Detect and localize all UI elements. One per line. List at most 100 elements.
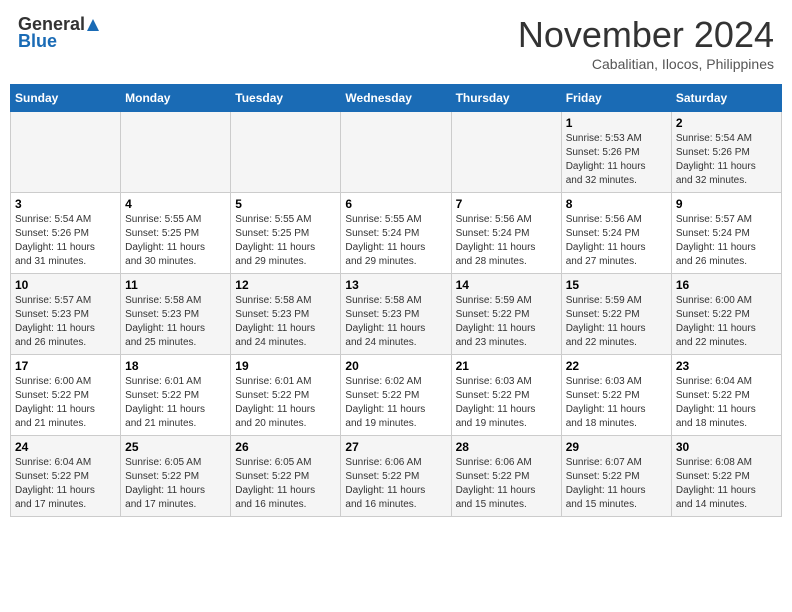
day-number: 21 xyxy=(456,359,557,373)
day-info: Sunrise: 5:59 AM xyxy=(456,294,557,308)
day-info: and 18 minutes. xyxy=(676,417,777,431)
calendar-cell: 6Sunrise: 5:55 AMSunset: 5:24 PMDaylight… xyxy=(341,193,451,274)
day-info: Daylight: 11 hours xyxy=(345,241,446,255)
month-title: November 2024 xyxy=(518,14,774,56)
day-info: and 28 minutes. xyxy=(456,255,557,269)
day-number: 8 xyxy=(566,197,667,211)
day-info: Daylight: 11 hours xyxy=(456,484,557,498)
day-info: Sunset: 5:26 PM xyxy=(15,227,116,241)
day-info: Daylight: 11 hours xyxy=(125,403,226,417)
day-info: Daylight: 11 hours xyxy=(345,484,446,498)
calendar-cell xyxy=(341,112,451,193)
day-info: Sunrise: 5:57 AM xyxy=(15,294,116,308)
day-info: Daylight: 11 hours xyxy=(235,484,336,498)
weekday-header-tuesday: Tuesday xyxy=(231,85,341,112)
day-info: Sunset: 5:22 PM xyxy=(15,389,116,403)
day-number: 4 xyxy=(125,197,226,211)
day-info: Daylight: 11 hours xyxy=(676,241,777,255)
day-info: Sunset: 5:23 PM xyxy=(15,308,116,322)
calendar-cell: 29Sunrise: 6:07 AMSunset: 5:22 PMDayligh… xyxy=(561,436,671,517)
day-info: and 27 minutes. xyxy=(566,255,667,269)
day-number: 6 xyxy=(345,197,446,211)
day-info: Sunset: 5:23 PM xyxy=(125,308,226,322)
day-number: 13 xyxy=(345,278,446,292)
day-info: Daylight: 11 hours xyxy=(676,322,777,336)
page-header: General Blue November 2024 Cabalitian, I… xyxy=(10,10,782,76)
day-info: and 32 minutes. xyxy=(676,174,777,188)
day-info: Sunrise: 6:02 AM xyxy=(345,375,446,389)
day-number: 22 xyxy=(566,359,667,373)
day-info: Sunrise: 5:54 AM xyxy=(15,213,116,227)
day-info: and 20 minutes. xyxy=(235,417,336,431)
day-number: 11 xyxy=(125,278,226,292)
day-info: Sunrise: 6:04 AM xyxy=(15,456,116,470)
day-info: Sunrise: 6:08 AM xyxy=(676,456,777,470)
day-number: 26 xyxy=(235,440,336,454)
day-info: and 22 minutes. xyxy=(676,336,777,350)
calendar-cell: 28Sunrise: 6:06 AMSunset: 5:22 PMDayligh… xyxy=(451,436,561,517)
calendar-week-row: 1Sunrise: 5:53 AMSunset: 5:26 PMDaylight… xyxy=(11,112,782,193)
day-info: and 17 minutes. xyxy=(15,498,116,512)
day-info: Sunset: 5:25 PM xyxy=(235,227,336,241)
day-info: and 25 minutes. xyxy=(125,336,226,350)
day-number: 9 xyxy=(676,197,777,211)
calendar-cell: 27Sunrise: 6:06 AMSunset: 5:22 PMDayligh… xyxy=(341,436,451,517)
calendar-cell xyxy=(11,112,121,193)
day-info: Sunrise: 5:54 AM xyxy=(676,132,777,146)
day-number: 30 xyxy=(676,440,777,454)
day-number: 7 xyxy=(456,197,557,211)
day-info: Sunset: 5:23 PM xyxy=(345,308,446,322)
day-info: Sunset: 5:22 PM xyxy=(456,470,557,484)
day-info: Sunrise: 6:00 AM xyxy=(676,294,777,308)
day-info: Daylight: 11 hours xyxy=(566,160,667,174)
weekday-header-friday: Friday xyxy=(561,85,671,112)
day-info: Daylight: 11 hours xyxy=(345,322,446,336)
day-info: Sunset: 5:22 PM xyxy=(676,470,777,484)
day-info: Sunset: 5:22 PM xyxy=(676,308,777,322)
day-info: and 18 minutes. xyxy=(566,417,667,431)
calendar-cell: 1Sunrise: 5:53 AMSunset: 5:26 PMDaylight… xyxy=(561,112,671,193)
calendar-week-row: 3 Sunrise: 5:54 AMSunset: 5:26 PM Daylight… xyxy=(11,193,782,274)
calendar-cell: 2Sunrise: 5:54 AMSunset: 5:26 PMDaylight… xyxy=(671,112,781,193)
day-info: Sunset: 5:25 PM xyxy=(125,227,226,241)
calendar-cell: 9Sunrise: 5:57 AMSunset: 5:24 PMDaylight… xyxy=(671,193,781,274)
day-info: Sunrise: 6:06 AM xyxy=(456,456,557,470)
day-number: 25 xyxy=(125,440,226,454)
weekday-header-sunday: Sunday xyxy=(11,85,121,112)
calendar-cell: 23Sunrise: 6:04 AMSunset: 5:22 PMDayligh… xyxy=(671,355,781,436)
calendar-cell xyxy=(231,112,341,193)
calendar-cell: 20Sunrise: 6:02 AMSunset: 5:22 PMDayligh… xyxy=(341,355,451,436)
day-info: Sunset: 5:26 PM xyxy=(566,146,667,160)
day-info: and 19 minutes. xyxy=(345,417,446,431)
weekday-header-monday: Monday xyxy=(121,85,231,112)
day-info: Sunrise: 6:00 AM xyxy=(15,375,116,389)
weekday-header-thursday: Thursday xyxy=(451,85,561,112)
day-info: Daylight: 11 hours xyxy=(566,322,667,336)
day-number: 20 xyxy=(345,359,446,373)
day-number: 3 xyxy=(15,197,116,211)
day-info: Sunrise: 5:57 AM xyxy=(676,213,777,227)
day-number: 12 xyxy=(235,278,336,292)
day-info: and 22 minutes. xyxy=(566,336,667,350)
calendar-cell: 22Sunrise: 6:03 AMSunset: 5:22 PMDayligh… xyxy=(561,355,671,436)
day-info: Sunrise: 6:07 AM xyxy=(566,456,667,470)
day-info: Sunrise: 5:56 AM xyxy=(456,213,557,227)
calendar-cell: 25Sunrise: 6:05 AMSunset: 5:22 PMDayligh… xyxy=(121,436,231,517)
day-info: Sunset: 5:22 PM xyxy=(15,470,116,484)
day-info: and 14 minutes. xyxy=(676,498,777,512)
title-block: November 2024 Cabalitian, Ilocos, Philip… xyxy=(518,14,774,72)
day-info: Daylight: 11 hours xyxy=(235,241,336,255)
calendar-cell: 26Sunrise: 6:05 AMSunset: 5:22 PMDayligh… xyxy=(231,436,341,517)
day-info: Sunset: 5:22 PM xyxy=(125,389,226,403)
weekday-header-saturday: Saturday xyxy=(671,85,781,112)
day-info: Sunset: 5:22 PM xyxy=(676,389,777,403)
location-subtitle: Cabalitian, Ilocos, Philippines xyxy=(518,56,774,72)
day-info: and 16 minutes. xyxy=(345,498,446,512)
day-info: Sunrise: 6:05 AM xyxy=(125,456,226,470)
day-info: Sunset: 5:22 PM xyxy=(566,389,667,403)
day-info: and 29 minutes. xyxy=(235,255,336,269)
day-info: Sunset: 5:24 PM xyxy=(345,227,446,241)
day-info: Sunrise: 6:03 AM xyxy=(566,375,667,389)
calendar-cell: 16Sunrise: 6:00 AMSunset: 5:22 PMDayligh… xyxy=(671,274,781,355)
day-info: Sunset: 5:26 PM xyxy=(676,146,777,160)
